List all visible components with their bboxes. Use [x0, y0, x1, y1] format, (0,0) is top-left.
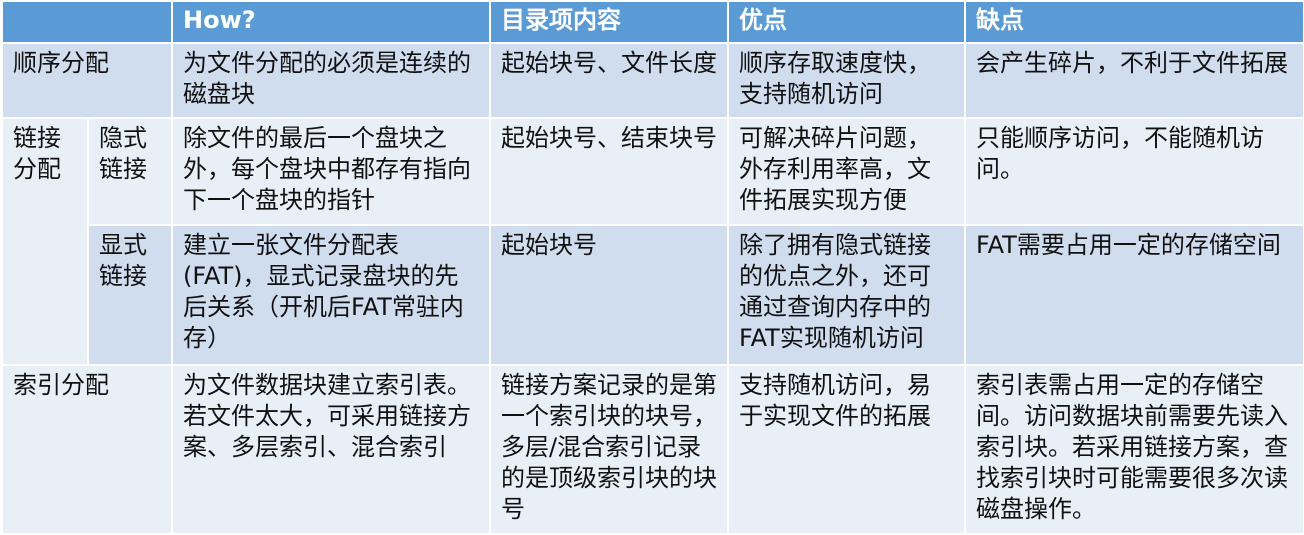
cell-dir-content: 起始块号、文件长度	[489, 42, 729, 119]
cell-cons: 只能顺序访问，不能随机访问。	[964, 117, 1304, 226]
cell-pros: 顺序存取速度快，支持随机访问	[727, 42, 966, 119]
row-label-implicit: 隐式链接	[87, 117, 173, 226]
row-label-explicit: 显式链接	[87, 224, 173, 366]
row-label-contiguous: 顺序分配	[1, 42, 173, 119]
cell-cons: 索引表需占用一定的存储空间。访问数据块前需要先读入索引块。若采用链接方案，查找索…	[964, 364, 1304, 535]
cell-pros: 可解决碎片问题，外存利用率高，文件拓展实现方便	[727, 117, 966, 226]
cell-cons: 会产生碎片，不利于文件拓展	[964, 42, 1304, 119]
header-dir-content: 目录项内容	[489, 0, 729, 44]
cell-how: 除文件的最后一个盘块之外，每个盘块中都存有指向下一个盘块的指针	[171, 117, 491, 226]
cell-pros: 除了拥有隐式链接的优点之外，还可通过查询内存中的FAT实现随机访问	[727, 224, 966, 366]
cell-cons: FAT需要占用一定的存储空间	[964, 224, 1304, 366]
row-contiguous: 顺序分配 为文件分配的必须是连续的磁盘块 起始块号、文件长度 顺序存取速度快，支…	[1, 42, 1304, 119]
header-cons: 缺点	[964, 0, 1304, 44]
header-pros: 优点	[727, 0, 966, 44]
row-explicit-link: 显式链接 建立一张文件分配表(FAT)，显式记录盘块的先后关系（开机后FAT常驻…	[2, 224, 1304, 366]
cell-pros: 支持随机访问，易于实现文件的拓展	[727, 364, 966, 535]
cell-how: 为文件数据块建立索引表。若文件太大，可采用链接方案、多层索引、混合索引	[171, 364, 491, 535]
row-implicit-link: 链接分配 隐式链接 除文件的最后一个盘块之外，每个盘块中都存有指向下一个盘块的指…	[1, 117, 1304, 366]
header-how: How?	[171, 0, 491, 44]
cell-how: 为文件分配的必须是连续的磁盘块	[171, 42, 491, 119]
file-allocation-table: How? 目录项内容 优点 缺点 顺序分配 为文件分配的必须是连续的磁盘块 起始…	[1, 0, 1304, 535]
cell-dir-content: 起始块号、结束块号	[489, 117, 729, 226]
row-label-indexed: 索引分配	[1, 364, 173, 535]
row-label-linked: 链接分配	[1, 117, 89, 366]
cell-dir-content: 链接方案记录的是第一个索引块的块号，多层/混合索引记录的是顶级索引块的块号	[489, 364, 729, 535]
cell-how: 建立一张文件分配表(FAT)，显式记录盘块的先后关系（开机后FAT常驻内存）	[171, 224, 491, 366]
header-row: How? 目录项内容 优点 缺点	[1, 0, 1304, 44]
cell-dir-content: 起始块号	[489, 224, 729, 366]
header-empty	[1, 0, 173, 44]
row-indexed: 索引分配 为文件数据块建立索引表。若文件太大，可采用链接方案、多层索引、混合索引…	[1, 364, 1304, 535]
